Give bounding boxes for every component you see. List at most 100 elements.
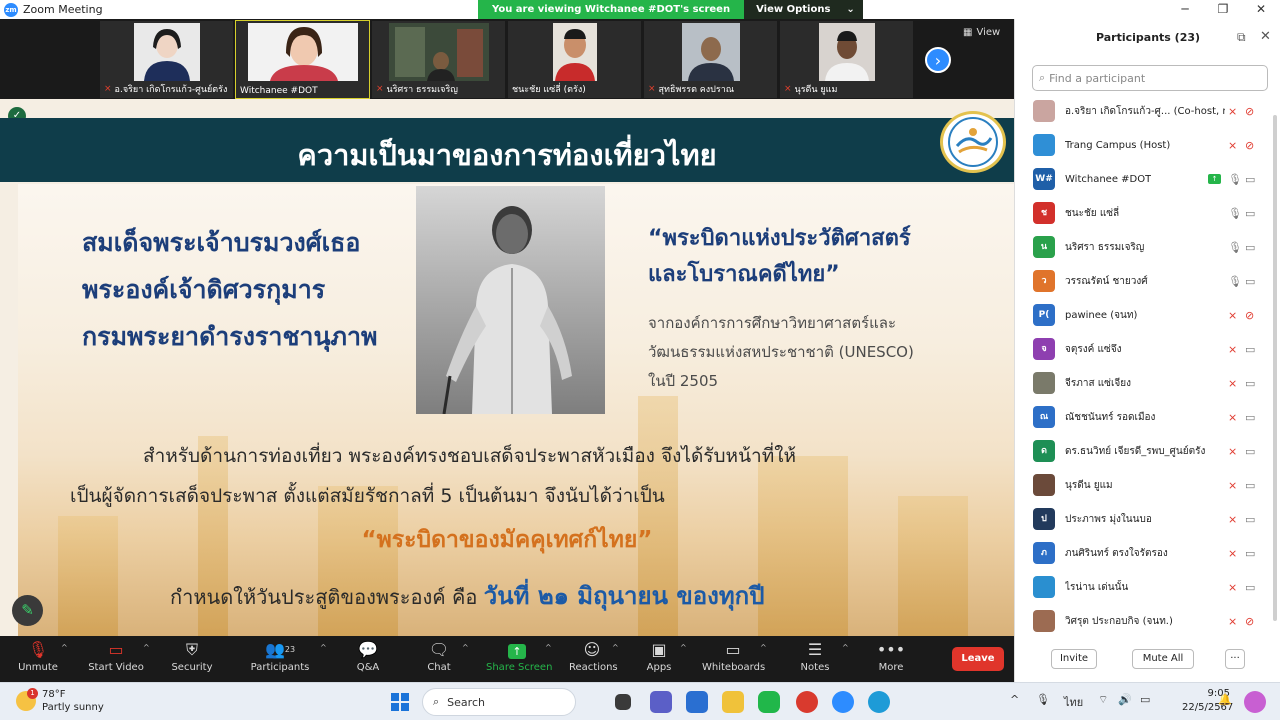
video-thumbnail[interactable]: ⨯ นริศรา ธรรมเจริญ — [372, 21, 505, 98]
video-icon[interactable]: ▭ — [1245, 275, 1255, 288]
annotate-pencil-button[interactable]: ✎ — [12, 595, 43, 626]
video-icon[interactable]: ▭ — [1245, 207, 1255, 220]
next-page-button[interactable]: › — [925, 47, 951, 73]
mic-muted-icon[interactable]: ⨯ — [1228, 309, 1237, 322]
video-off-icon[interactable]: ⊘ — [1245, 615, 1254, 628]
start-video-button[interactable]: ▭ Start Video — [86, 640, 146, 673]
participant-row[interactable]: ว วรรณรัตน์ ชายวงศ์ 🎙 ▭ — [1015, 264, 1271, 298]
language-indicator[interactable]: ไทย — [1064, 693, 1083, 711]
bell-icon[interactable]: 🔔 — [1218, 693, 1232, 706]
mic-muted-icon[interactable]: ⨯ — [1228, 411, 1237, 424]
video-icon[interactable]: ▭ — [1245, 241, 1255, 254]
video-icon[interactable]: ▭ — [1245, 479, 1255, 492]
chevron-up-icon[interactable]: ^ — [842, 643, 849, 652]
video-thumbnail[interactable]: Witchanee #DOT — [235, 20, 370, 99]
mic-muted-icon[interactable]: ⨯ — [1228, 581, 1237, 594]
video-icon[interactable]: ▭ — [1245, 411, 1255, 424]
taskbar-search[interactable]: ⌕ Search — [422, 688, 576, 716]
line-app-icon[interactable] — [758, 691, 780, 713]
reactions-button[interactable]: ☺ Reactions — [569, 640, 618, 673]
unmute-button[interactable]: 🎙 Unmute — [18, 640, 58, 673]
participant-row[interactable]: ณ ณัชชนันทร์ รอดเมือง ⨯ ▭ — [1015, 400, 1271, 434]
participant-row[interactable]: ภ ภนศิรินทร์ ตรงใจรัตรอง ⨯ ▭ — [1015, 536, 1271, 570]
invite-button[interactable]: Invite — [1051, 649, 1097, 669]
video-icon[interactable]: ▭ — [1245, 445, 1255, 458]
battery-icon[interactable]: ▭ — [1140, 693, 1150, 706]
volume-icon[interactable]: 🔊 — [1118, 693, 1132, 706]
mic-icon[interactable]: 🎙 — [1228, 241, 1242, 254]
video-off-icon[interactable]: ⊘ — [1245, 309, 1254, 322]
chevron-up-icon[interactable]: ^ — [143, 643, 150, 652]
view-options-button[interactable]: View Options ⌄ — [744, 0, 863, 19]
video-icon[interactable]: ▭ — [1245, 547, 1255, 560]
teams-icon[interactable] — [650, 691, 672, 713]
video-icon[interactable]: ▭ — [1245, 343, 1255, 356]
more-button[interactable]: ••• More — [876, 640, 906, 673]
mute-all-button[interactable]: Mute All — [1132, 649, 1194, 669]
participant-row[interactable]: W# Witchanee #DOT ↑ 🎙 ▭ — [1015, 162, 1271, 196]
video-thumbnail[interactable]: ⨯ นุรดีน ยูแม — [780, 21, 913, 98]
chevron-up-icon[interactable]: ^ — [612, 643, 619, 652]
copilot-icon[interactable] — [1244, 691, 1266, 713]
mic-muted-icon[interactable]: ⨯ — [1228, 547, 1237, 560]
mic-muted-icon[interactable]: ⨯ — [1228, 105, 1237, 118]
close-button[interactable]: ✕ — [1242, 0, 1280, 19]
scrollbar[interactable] — [1273, 115, 1277, 621]
video-icon[interactable]: ▭ — [1245, 581, 1255, 594]
folder-icon[interactable] — [722, 691, 744, 713]
task-view-icon[interactable] — [615, 694, 631, 710]
participant-row[interactable]: P(pawinee (จนท) ⨯ ⊘ — [1015, 298, 1271, 332]
qa-button[interactable]: 💬 Q&A — [350, 640, 386, 673]
participant-row[interactable]: อ.จริยา เกิดโกรแก้ว-ศู... (Co-host, me) ⨯… — [1015, 94, 1271, 128]
participant-search-input[interactable]: ⌕ Find a participant — [1032, 65, 1268, 91]
participant-row[interactable]: จีรภาส แซ่เจียง ⨯ ▭ — [1015, 366, 1271, 400]
chevron-up-icon[interactable]: ^ — [760, 643, 767, 652]
participants-button[interactable]: 👥23 Participants — [250, 640, 310, 673]
participant-row[interactable]: นุรดีน ยูแม ⨯ ▭ — [1015, 468, 1271, 502]
more-options-button[interactable]: ··· — [1225, 649, 1245, 669]
share-screen-button[interactable]: ↑ Share Screen — [486, 640, 552, 673]
video-thumbnail[interactable]: ชนะชัย แซ่ลี่ (ตรัง) — [508, 21, 641, 98]
video-off-icon[interactable]: ⊘ — [1245, 139, 1254, 152]
security-button[interactable]: ⛨ Security — [170, 640, 214, 673]
restore-button[interactable]: ❐ — [1204, 0, 1242, 19]
zoom-app-icon[interactable] — [832, 691, 854, 713]
apps-button[interactable]: ▣ Apps — [645, 640, 673, 673]
participant-row[interactable]: Trang Campus (Host) ⨯ ⊘ — [1015, 128, 1271, 162]
participant-row[interactable]: น นริศรา ธรรมเจริญ 🎙 ▭ — [1015, 230, 1271, 264]
chat-button[interactable]: 🗨 Chat — [424, 640, 454, 673]
mic-muted-icon[interactable]: ⨯ — [1228, 445, 1237, 458]
participant-row[interactable]: จ จตุรงค์ แซ่จึง ⨯ ▭ — [1015, 332, 1271, 366]
popout-icon[interactable]: ⧉ — [1237, 30, 1246, 45]
minimize-button[interactable]: ─ — [1166, 0, 1204, 19]
participant-row[interactable]: วิศรุต ประกอบกิจ (จนท.) ⨯ ⊘ — [1015, 604, 1271, 638]
view-button[interactable]: ▦ View — [963, 27, 1000, 38]
edge-icon[interactable] — [868, 691, 890, 713]
mic-muted-icon[interactable]: ⨯ — [1228, 615, 1237, 628]
chrome-icon[interactable] — [796, 691, 818, 713]
mic-muted-icon[interactable]: ⨯ — [1228, 513, 1237, 526]
windows-start-icon[interactable] — [391, 693, 409, 711]
wifi-icon[interactable]: ⌔ — [1098, 693, 1108, 707]
participant-row[interactable]: ป ประภาพร มุ่งในนบอ ⨯ ▭ — [1015, 502, 1271, 536]
notes-button[interactable]: ☰ Notes — [800, 640, 830, 673]
video-off-icon[interactable]: ⊘ — [1245, 105, 1254, 118]
chevron-up-icon[interactable]: ^ — [320, 643, 327, 652]
mic-icon[interactable]: 🎙 — [1228, 173, 1242, 186]
video-icon[interactable]: ▭ — [1245, 173, 1255, 186]
chevron-up-icon[interactable]: ^ — [545, 643, 552, 652]
chevron-up-icon[interactable]: ^ — [680, 643, 687, 652]
explorer-icon[interactable] — [686, 691, 708, 713]
video-thumbnail[interactable]: ⨯ สุทธิพรรต คงปราณ — [644, 21, 777, 98]
mic-icon[interactable]: 🎙 — [1228, 207, 1242, 220]
mic-muted-icon[interactable]: ⨯ — [1228, 343, 1237, 356]
participant-row[interactable]: ด ดร.ธนวิทย์ เจียรดี_รพบ_ศูนย์ตรัง ⨯ ▭ — [1015, 434, 1271, 468]
mic-muted-icon[interactable]: ⨯ — [1228, 479, 1237, 492]
microphone-icon[interactable]: 🎙 — [1036, 693, 1050, 706]
video-icon[interactable]: ▭ — [1245, 513, 1255, 526]
participant-row[interactable]: ไรน่าน เด่นนั้น ⨯ ▭ — [1015, 570, 1271, 604]
video-icon[interactable]: ▭ — [1245, 377, 1255, 390]
mic-icon[interactable]: 🎙 — [1228, 275, 1242, 288]
whiteboards-button[interactable]: ▭ Whiteboards — [702, 640, 765, 673]
leave-button[interactable]: Leave — [952, 647, 1004, 671]
